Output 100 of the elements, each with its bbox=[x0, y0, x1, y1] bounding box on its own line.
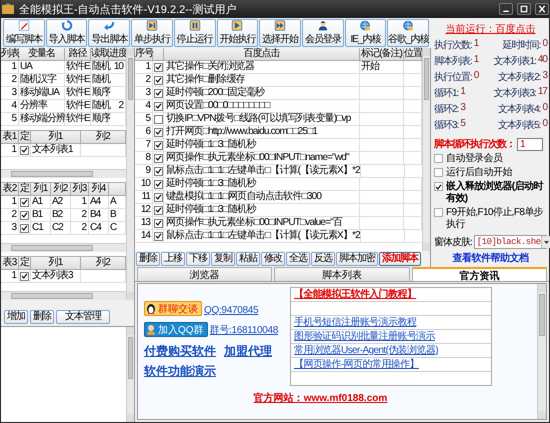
join-group-button[interactable]: 加入QQ群 bbox=[144, 322, 208, 337]
column-header[interactable]: 百度点击 bbox=[164, 48, 360, 60]
table-cell: 延时停顿□200□固定毫秒 bbox=[164, 87, 360, 99]
column-header[interactable]: 列4 bbox=[89, 183, 109, 195]
script-button[interactable]: 下移 bbox=[186, 252, 210, 266]
script-button[interactable]: 复制 bbox=[211, 252, 235, 266]
script-button[interactable]: 粘贴 bbox=[236, 252, 260, 266]
help-link[interactable]: 查看软件帮助文档 bbox=[452, 251, 528, 265]
script-button[interactable]: 脚本加密 bbox=[336, 252, 378, 266]
article-link[interactable]: 图形验证码识别批量注册账号演示 bbox=[294, 331, 436, 342]
link[interactable]: QQ:9470845 bbox=[204, 305, 258, 316]
column-header[interactable]: 定 bbox=[19, 257, 31, 269]
script-button[interactable]: 上移 bbox=[161, 252, 185, 266]
column-header[interactable]: 定 bbox=[19, 183, 31, 195]
checkbox[interactable] bbox=[154, 62, 162, 72]
checkbox[interactable] bbox=[154, 128, 162, 136]
checkbox[interactable] bbox=[154, 166, 162, 176]
checkbox[interactable] bbox=[154, 76, 162, 84]
column-header[interactable]: 表1 bbox=[1, 131, 19, 143]
scrollbar[interactable] bbox=[422, 48, 430, 251]
toolbar-button[interactable]: 编写脚本 bbox=[3, 19, 45, 47]
list-button[interactable]: 文本管理 bbox=[56, 310, 110, 324]
checkbox[interactable] bbox=[154, 102, 162, 110]
column-header[interactable]: 表2 bbox=[1, 183, 19, 195]
list-button[interactable]: 删除 bbox=[30, 310, 54, 324]
checkbox[interactable] bbox=[154, 180, 162, 188]
checkbox[interactable] bbox=[434, 208, 443, 217]
close-button[interactable] bbox=[535, 3, 549, 15]
column-header[interactable]: 列1 bbox=[31, 131, 81, 143]
tab[interactable]: 官方资讯 bbox=[412, 267, 547, 281]
column-header[interactable]: 表3 bbox=[1, 257, 19, 269]
scrollbar[interactable] bbox=[1, 169, 126, 178]
table-cell: UA bbox=[19, 61, 65, 73]
column-header[interactable]: 列2 bbox=[51, 183, 71, 195]
scrollbar[interactable] bbox=[126, 48, 134, 300]
link[interactable]: 群号:168110048 bbox=[210, 323, 278, 337]
checkbox[interactable] bbox=[20, 210, 29, 220]
toolbar-button[interactable]: 谷歌_内核 bbox=[387, 19, 430, 47]
checkbox[interactable] bbox=[154, 154, 162, 162]
checkbox[interactable] bbox=[154, 88, 162, 98]
checkbox[interactable] bbox=[434, 182, 443, 191]
article-link[interactable]: 【网页操作-网页的常用操作】 bbox=[294, 359, 419, 370]
script-button[interactable]: 添加脚本 bbox=[379, 252, 421, 266]
input-field[interactable]: 1 bbox=[517, 138, 543, 150]
column-header[interactable]: 序号 bbox=[135, 48, 153, 60]
column-header[interactable]: 变量名 bbox=[19, 48, 65, 60]
column-header[interactable]: 路径 bbox=[65, 48, 91, 60]
tab[interactable]: 浏览器 bbox=[137, 267, 272, 281]
script-button[interactable]: 删除 bbox=[136, 252, 160, 266]
checkbox[interactable] bbox=[154, 192, 162, 202]
scrollbar[interactable] bbox=[1, 243, 126, 252]
checkbox[interactable] bbox=[434, 154, 443, 163]
scrollbar[interactable] bbox=[126, 327, 134, 422]
checkbox[interactable] bbox=[20, 146, 29, 154]
checkbox[interactable] bbox=[154, 140, 162, 150]
toolbar-button[interactable]: 会员登录 bbox=[302, 19, 344, 47]
stat-value: 0 bbox=[542, 102, 547, 115]
link[interactable]: 加盟代理 bbox=[224, 343, 272, 360]
checkbox[interactable] bbox=[20, 224, 29, 232]
toolbar-button[interactable]: 停止运行 bbox=[174, 19, 216, 47]
script-button[interactable]: 修改 bbox=[261, 252, 285, 266]
checkbox[interactable] bbox=[154, 206, 162, 214]
checkbox[interactable] bbox=[154, 114, 162, 124]
column-header[interactable]: 列表 bbox=[1, 48, 19, 60]
checkbox[interactable] bbox=[154, 232, 162, 240]
column-header[interactable]: 定 bbox=[19, 131, 31, 143]
toolbar-button[interactable]: 导入脚本 bbox=[46, 19, 88, 47]
checkbox[interactable] bbox=[20, 272, 29, 280]
checkbox[interactable] bbox=[434, 168, 443, 177]
column-header[interactable]: 读取 bbox=[91, 48, 109, 60]
toolbar-button[interactable]: 开始执行 bbox=[216, 19, 258, 47]
toolbar-button[interactable]: 选择开始 bbox=[259, 19, 301, 47]
scrollbar[interactable] bbox=[1, 291, 126, 300]
toolbar-button[interactable]: IE_内核 bbox=[344, 19, 386, 47]
article-link[interactable]: 手机号短信注册账号演示教程 bbox=[294, 317, 416, 328]
toolbar-button[interactable]: 单步执行 bbox=[131, 19, 173, 47]
link[interactable]: 付费购买软件 bbox=[144, 343, 216, 360]
link[interactable]: 软件功能演示 bbox=[144, 363, 216, 380]
checkbox[interactable] bbox=[154, 218, 162, 228]
column-header[interactable]: 列1 bbox=[31, 183, 51, 195]
table-cell: 2 bbox=[1, 74, 19, 86]
skin-dropdown[interactable]: [10]black.she bbox=[474, 235, 547, 249]
column-header[interactable]: 列1 bbox=[31, 257, 81, 269]
tab[interactable]: 脚本列表 bbox=[274, 267, 410, 281]
app-icon bbox=[1, 2, 15, 16]
article-link[interactable]: 常用浏览器User-Agent(伪装浏览器) bbox=[294, 345, 438, 356]
article-link[interactable]: 【全能模拟王软件入门教程】 bbox=[294, 289, 416, 300]
scrollbar[interactable] bbox=[537, 284, 546, 419]
column-header[interactable]: 列3 bbox=[71, 183, 89, 195]
website-link[interactable]: 官方网站：www.mf0188.com bbox=[254, 391, 388, 405]
toolbar-button[interactable]: 导出脚本 bbox=[88, 19, 130, 47]
column-header[interactable]: 标记(备注) bbox=[360, 48, 404, 60]
script-button[interactable]: 全选 bbox=[286, 252, 310, 266]
stat-label: 文本列表2: bbox=[498, 70, 540, 84]
table-cell: 延时停顿□1□3□随机秒 bbox=[164, 204, 360, 216]
minimize-button[interactable] bbox=[499, 3, 513, 15]
list-button[interactable]: 增加 bbox=[4, 310, 28, 324]
script-button[interactable]: 反选 bbox=[311, 252, 335, 266]
checkbox[interactable] bbox=[20, 198, 29, 206]
maximize-button[interactable] bbox=[517, 3, 531, 15]
